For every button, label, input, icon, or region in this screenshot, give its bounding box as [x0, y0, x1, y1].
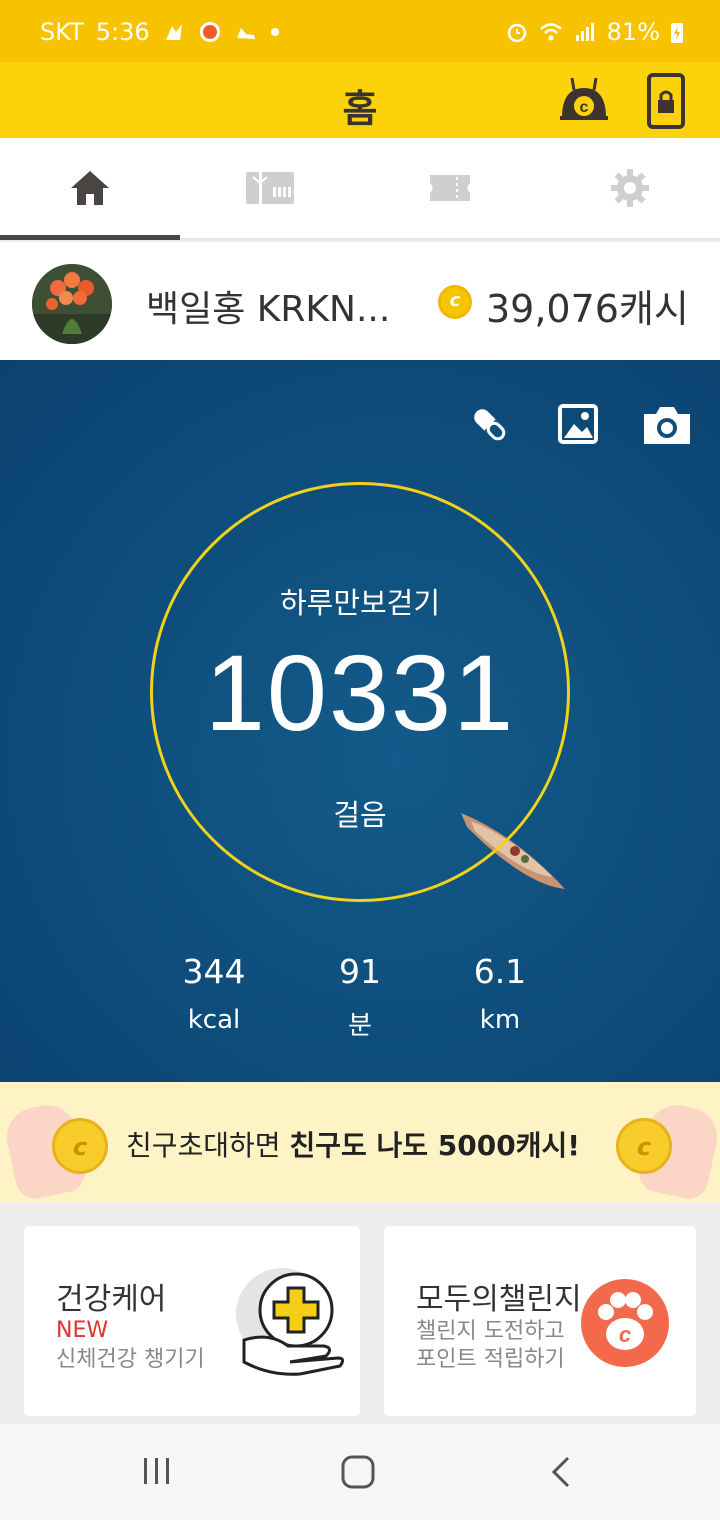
svg-text:c: c: [619, 1322, 631, 1347]
avatar-flower-image: [32, 264, 112, 344]
home-nav-icon[interactable]: [340, 1454, 376, 1490]
stat-minutes: 91 분: [290, 952, 430, 1042]
home-icon: [71, 171, 109, 205]
stat-value: 344: [182, 952, 246, 991]
stat-unit: kcal: [187, 1005, 241, 1035]
svg-text:c: c: [580, 99, 589, 116]
avatar[interactable]: [32, 264, 112, 344]
tab-ticket[interactable]: [360, 138, 540, 238]
card-subtitle: 챌린지 도전하고 포인트 적립하기: [416, 1318, 565, 1374]
more-notifications-dot-icon: [270, 28, 279, 36]
ticket-icon: [430, 175, 470, 201]
stat-unit: km: [479, 1005, 521, 1035]
feature-cards: 건강케어 NEW 신체건강 챙기기 모두의챌린지 챌린지 도전하고 포인트 적립…: [0, 1202, 720, 1424]
tab-home[interactable]: [0, 138, 180, 240]
invite-banner[interactable]: c 친구초대하면 친구도 나도 5000캐시! c: [0, 1082, 720, 1203]
user-name: 백일홍 KRKN...: [146, 289, 391, 330]
battery-percent: 81%: [606, 18, 660, 46]
battery-charging-icon: [671, 23, 683, 43]
back-icon[interactable]: [548, 1454, 572, 1490]
card-title: 건강케어: [56, 1282, 167, 1317]
card-subtitle-line2: 포인트 적립하기: [416, 1347, 565, 1372]
tab-bar: [0, 138, 720, 240]
step-count: 10331: [204, 632, 516, 753]
paw-coin-icon: c: [581, 1279, 669, 1367]
clock: 5:36: [95, 18, 150, 46]
health-care-icon: [236, 1268, 345, 1376]
tab-gift-card[interactable]: [180, 138, 360, 238]
stat-calories: 344 kcal: [144, 952, 284, 1035]
stat-value: 6.1: [473, 952, 527, 991]
app-notification-icon: [165, 24, 182, 40]
lock-screen-icon[interactable]: [646, 72, 686, 130]
recent-apps-icon[interactable]: [140, 1454, 174, 1488]
invite-text-normal: 친구초대하면: [126, 1129, 290, 1162]
coin-left-icon: c: [52, 1118, 108, 1174]
pedometer-panel: 하루만보걷기 10331 걸음 344 kcal 91 분 6.1 km: [0, 360, 720, 1082]
coin-right-icon: c: [616, 1118, 672, 1174]
cash-pig-icon[interactable]: c: [556, 72, 612, 128]
system-nav-bar: [0, 1424, 720, 1520]
cash-coin-icon: c: [438, 285, 472, 319]
card-subtitle: 신체건강 챙기기: [56, 1347, 205, 1372]
cash-balance[interactable]: 39,076캐시: [486, 278, 689, 333]
stat-unit: 분: [348, 1011, 372, 1041]
record-notification-icon: [199, 22, 220, 42]
invite-text: 친구초대하면 친구도 나도 5000캐시!: [126, 1124, 580, 1164]
alarm-icon: [507, 23, 526, 43]
card-subtitle-line1: 챌린지 도전하고: [416, 1319, 565, 1344]
tab-settings[interactable]: [540, 138, 720, 238]
challenge-card[interactable]: 모두의챌린지 챌린지 도전하고 포인트 적립하기 c: [384, 1226, 696, 1416]
status-bar: SKT 5:36 81%: [0, 0, 720, 62]
shoe-notification-icon: [236, 28, 255, 39]
gift-card-icon: [246, 172, 294, 204]
stat-value: 91: [339, 952, 381, 991]
app-bar: 홈 c: [0, 62, 720, 138]
health-care-card[interactable]: 건강케어 NEW 신체건강 챙기기: [24, 1226, 360, 1416]
stat-distance: 6.1 km: [430, 952, 570, 1035]
profile-row[interactable]: 백일홍 KRKN... c 39,076캐시: [0, 242, 720, 360]
card-title: 모두의챌린지: [416, 1282, 582, 1317]
step-unit: 걸음: [333, 798, 387, 832]
gear-icon: [611, 169, 649, 207]
pill-icon[interactable]: [470, 404, 510, 446]
page-title: 홈: [342, 87, 378, 131]
new-badge: NEW: [56, 1318, 109, 1343]
image-icon[interactable]: [558, 404, 598, 444]
camera-icon[interactable]: [642, 404, 692, 446]
carrier-label: SKT: [40, 18, 84, 46]
signal-icon: [575, 23, 594, 41]
wifi-icon: [539, 23, 562, 41]
invite-text-bold: 친구도 나도 5000캐시!: [289, 1129, 580, 1162]
pedometer-label: 하루만보걷기: [279, 586, 441, 620]
